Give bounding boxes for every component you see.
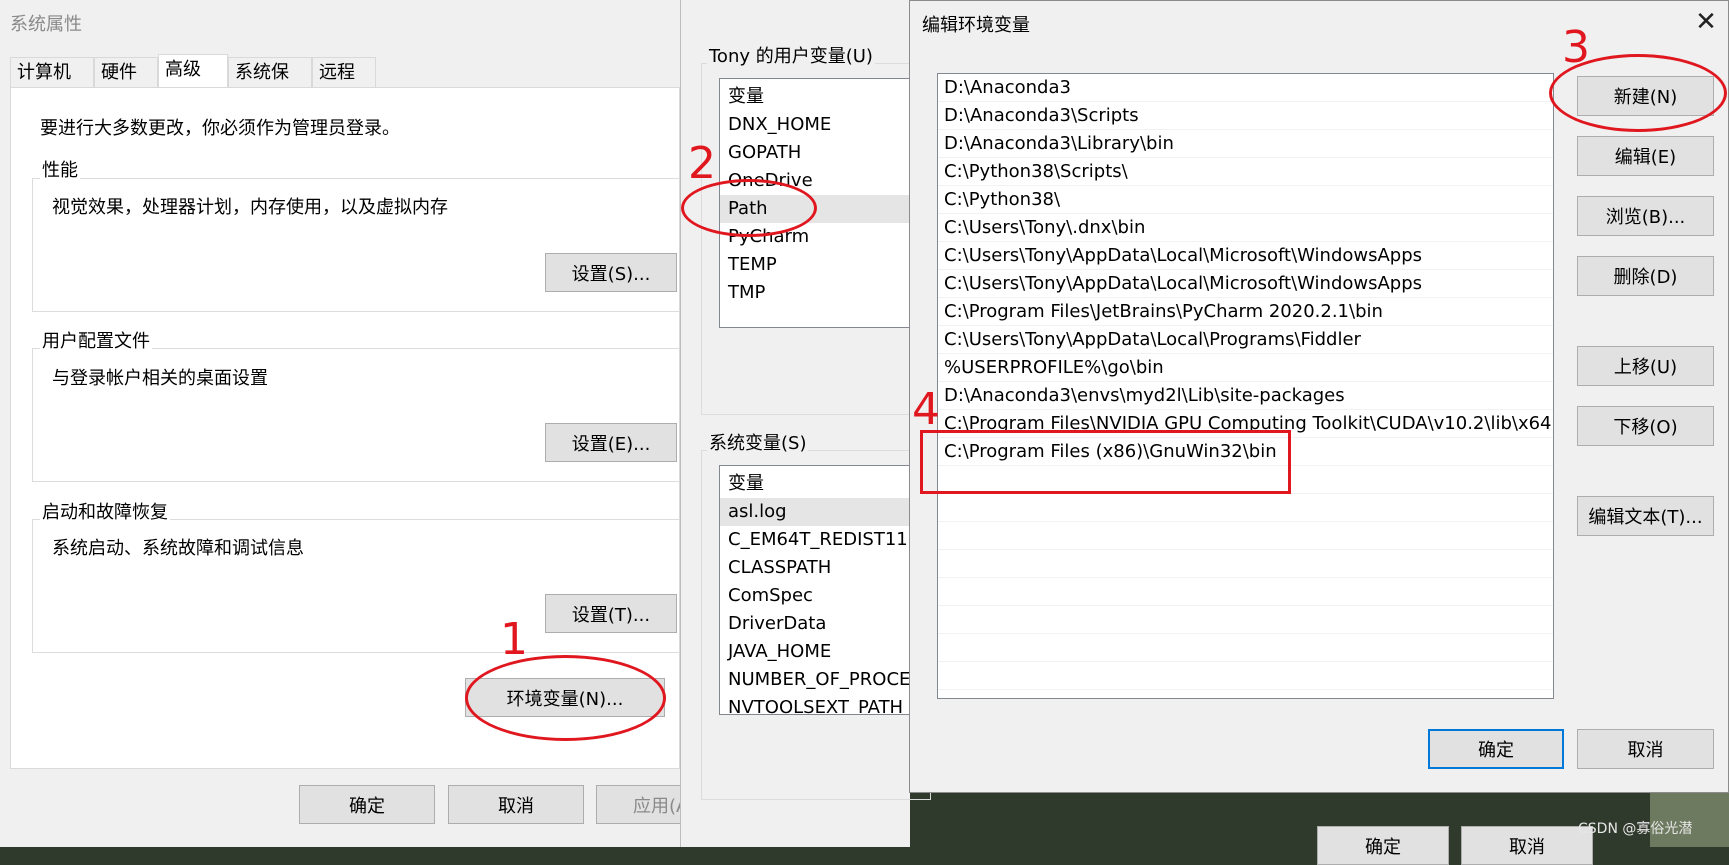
tab-system-protection[interactable]: 系统保护 <box>228 57 312 113</box>
path-entry[interactable]: C:\Users\Tony\AppData\Local\Microsoft\Wi… <box>938 270 1553 298</box>
tab-hardware[interactable]: 硬件 <box>94 57 158 87</box>
startup-recovery-settings-button[interactable]: 设置(T)... <box>545 594 677 633</box>
list-item[interactable]: asl.log <box>720 498 918 526</box>
empty-path-row[interactable] <box>938 522 1553 550</box>
performance-label: 性能 <box>40 156 80 182</box>
path-entry[interactable]: C:\Program Files\JetBrains\PyCharm 2020.… <box>938 298 1553 326</box>
list-item[interactable]: TMP <box>720 279 918 307</box>
system-vars-header[interactable]: 变量 <box>720 470 918 498</box>
move-down-button[interactable]: 下移(O) <box>1577 406 1714 446</box>
path-entry[interactable]: D:\Anaconda3\envs\myd2l\Lib\site-package… <box>938 382 1553 410</box>
path-entry[interactable]: C:\Users\Tony\AppData\Local\Programs\Fid… <box>938 326 1553 354</box>
path-entry[interactable]: C:\Users\Tony\AppData\Local\Microsoft\Wi… <box>938 242 1553 270</box>
list-item[interactable]: ComSpec <box>720 582 918 610</box>
annotation-number-1: 1 <box>500 614 528 665</box>
startup-recovery-desc: 系统启动、系统故障和调试信息 <box>52 538 304 559</box>
path-entry[interactable]: %USERPROFILE%\go\bin <box>938 354 1553 382</box>
tab-advanced[interactable]: 高级 <box>158 54 228 88</box>
cancel-button[interactable]: 取消 <box>448 785 584 824</box>
ok-button[interactable]: 确定 <box>299 785 435 824</box>
path-entries-list[interactable]: D:\Anaconda3 D:\Anaconda3\Scripts D:\Anaco… <box>937 73 1554 699</box>
empty-path-row[interactable] <box>938 550 1553 578</box>
annotation-number-4: 4 <box>912 384 940 435</box>
tab-remote[interactable]: 远程 <box>312 57 376 87</box>
list-item[interactable]: C_EM64T_REDIST11 <box>720 526 918 554</box>
system-vars-label: 系统变量(S) <box>707 429 809 455</box>
startup-recovery-label: 启动和故障恢复 <box>40 498 170 524</box>
window-title: 系统属性 <box>10 14 82 35</box>
delete-button[interactable]: 删除(D) <box>1577 256 1714 296</box>
performance-settings-button[interactable]: 设置(S)... <box>545 253 677 292</box>
path-entry[interactable]: C:\Python38\Scripts\ <box>938 158 1553 186</box>
performance-desc: 视觉效果，处理器计划，内存使用，以及虚拟内存 <box>52 197 448 218</box>
edit-cancel-button[interactable]: 取消 <box>1577 729 1714 769</box>
edit-button[interactable]: 编辑(E) <box>1577 136 1714 176</box>
edit-ok-button[interactable]: 确定 <box>1428 729 1564 769</box>
empty-path-row[interactable] <box>938 494 1553 522</box>
list-item[interactable]: DNX_HOME <box>720 111 918 139</box>
annotation-box-new-path <box>920 430 1291 494</box>
user-profiles-label: 用户配置文件 <box>40 327 152 353</box>
path-entry[interactable]: D:\Anaconda3 <box>938 74 1553 102</box>
list-item[interactable]: DriverData <box>720 610 918 638</box>
user-profiles-settings-button[interactable]: 设置(E)... <box>545 423 677 462</box>
close-icon[interactable]: ✕ <box>1691 5 1721 39</box>
watermark: CSDN @寡俗光潜 <box>1578 821 1693 837</box>
env-ok-button[interactable]: 确定 <box>1317 826 1449 865</box>
environment-variables-window: Tony 的用户变量(U) 变量 DNX_HOME GOPATH OneDriv… <box>680 0 1593 865</box>
annotation-number-3: 3 <box>1562 22 1590 73</box>
annotation-ellipse-env-button <box>465 655 666 741</box>
edit-text-button[interactable]: 编辑文本(T)... <box>1577 496 1714 536</box>
user-vars-header[interactable]: 变量 <box>720 83 918 111</box>
path-entry[interactable]: C:\Users\Tony\.dnx\bin <box>938 214 1553 242</box>
list-item[interactable]: GOPATH <box>720 139 918 167</box>
user-vars-label: Tony 的用户变量(U) <box>707 42 875 68</box>
browse-button[interactable]: 浏览(B)... <box>1577 196 1714 236</box>
user-profiles-desc: 与登录帐户相关的桌面设置 <box>52 368 268 389</box>
empty-path-row[interactable] <box>938 662 1553 690</box>
path-entry[interactable]: D:\Anaconda3\Scripts <box>938 102 1553 130</box>
list-item[interactable]: NUMBER_OF_PROCE <box>720 666 918 694</box>
path-entry[interactable]: C:\Python38\ <box>938 186 1553 214</box>
empty-path-row[interactable] <box>938 578 1553 606</box>
move-up-button[interactable]: 上移(U) <box>1577 346 1714 386</box>
admin-note: 要进行大多数更改，你必须作为管理员登录。 <box>40 118 400 139</box>
tab-computer-name[interactable]: 计算机名 <box>10 57 94 113</box>
edit-window-title: 编辑环境变量 <box>922 15 1030 36</box>
list-item[interactable]: TEMP <box>720 251 918 279</box>
env-cancel-button[interactable]: 取消 <box>1461 826 1593 865</box>
list-item[interactable]: NVTOOLSEXT_PATH <box>720 694 918 714</box>
path-entry[interactable]: D:\Anaconda3\Library\bin <box>938 130 1553 158</box>
list-item[interactable]: CLASSPATH <box>720 554 918 582</box>
annotation-number-2: 2 <box>688 138 716 189</box>
empty-path-row[interactable] <box>938 606 1553 634</box>
system-vars-list[interactable]: 变量 asl.log C_EM64T_REDIST11 CLASSPATH Co… <box>719 465 919 715</box>
list-item[interactable]: JAVA_HOME <box>720 638 918 666</box>
empty-path-row[interactable] <box>938 634 1553 662</box>
